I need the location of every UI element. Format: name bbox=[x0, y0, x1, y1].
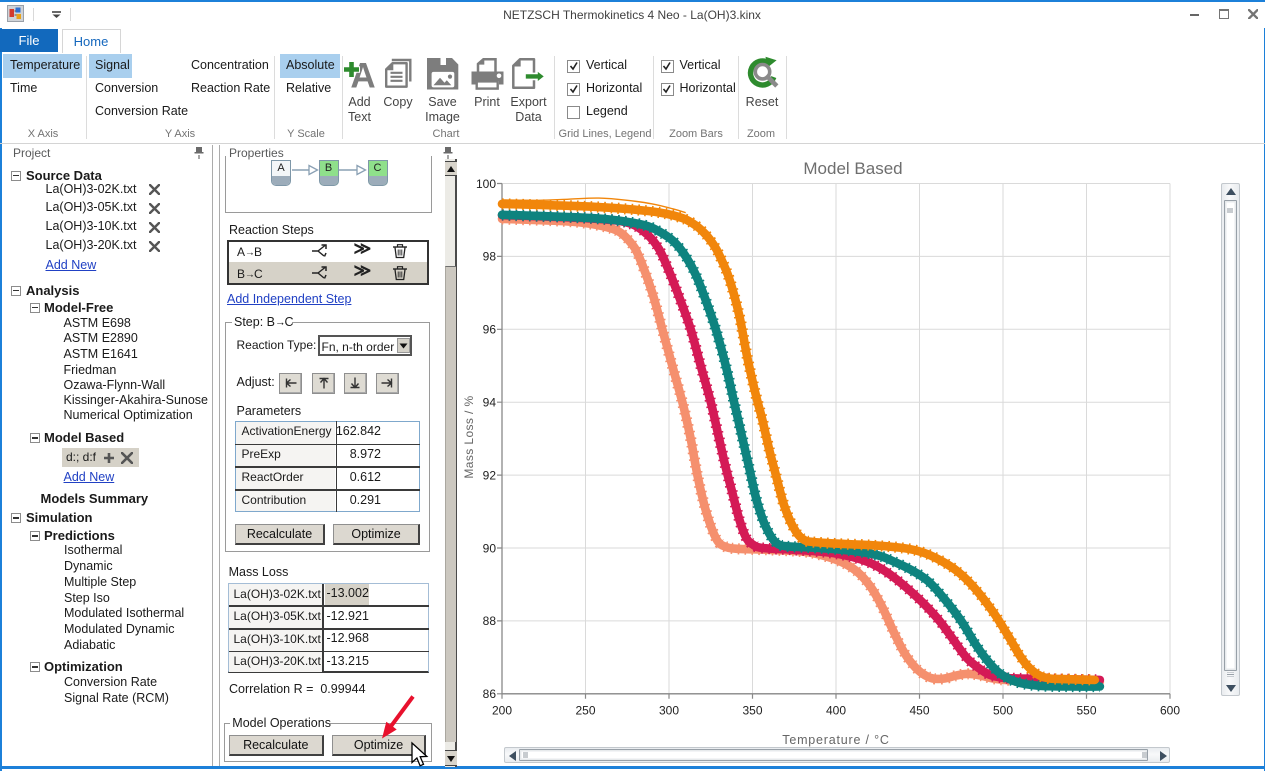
svg-text:Mass Loss / %: Mass Loss / % bbox=[462, 395, 476, 478]
svg-text:94: 94 bbox=[483, 396, 497, 410]
svg-text:88: 88 bbox=[483, 614, 497, 628]
svg-text:500: 500 bbox=[993, 703, 1013, 717]
svg-text:400: 400 bbox=[826, 703, 846, 717]
svg-text:550: 550 bbox=[1076, 703, 1096, 717]
svg-text:Temperature / °C: Temperature / °C bbox=[782, 733, 889, 747]
svg-text:92: 92 bbox=[483, 468, 497, 482]
svg-text:100: 100 bbox=[476, 177, 496, 191]
svg-text:98: 98 bbox=[483, 250, 497, 264]
svg-text:90: 90 bbox=[483, 541, 497, 555]
svg-text:450: 450 bbox=[909, 703, 929, 717]
svg-text:200: 200 bbox=[492, 703, 512, 717]
svg-text:86: 86 bbox=[483, 687, 497, 701]
svg-text:350: 350 bbox=[742, 703, 762, 717]
svg-text:300: 300 bbox=[659, 703, 679, 717]
svg-text:600: 600 bbox=[1160, 703, 1180, 717]
svg-text:96: 96 bbox=[483, 323, 497, 337]
svg-text:250: 250 bbox=[575, 703, 595, 717]
svg-text:Model Based: Model Based bbox=[803, 159, 902, 178]
